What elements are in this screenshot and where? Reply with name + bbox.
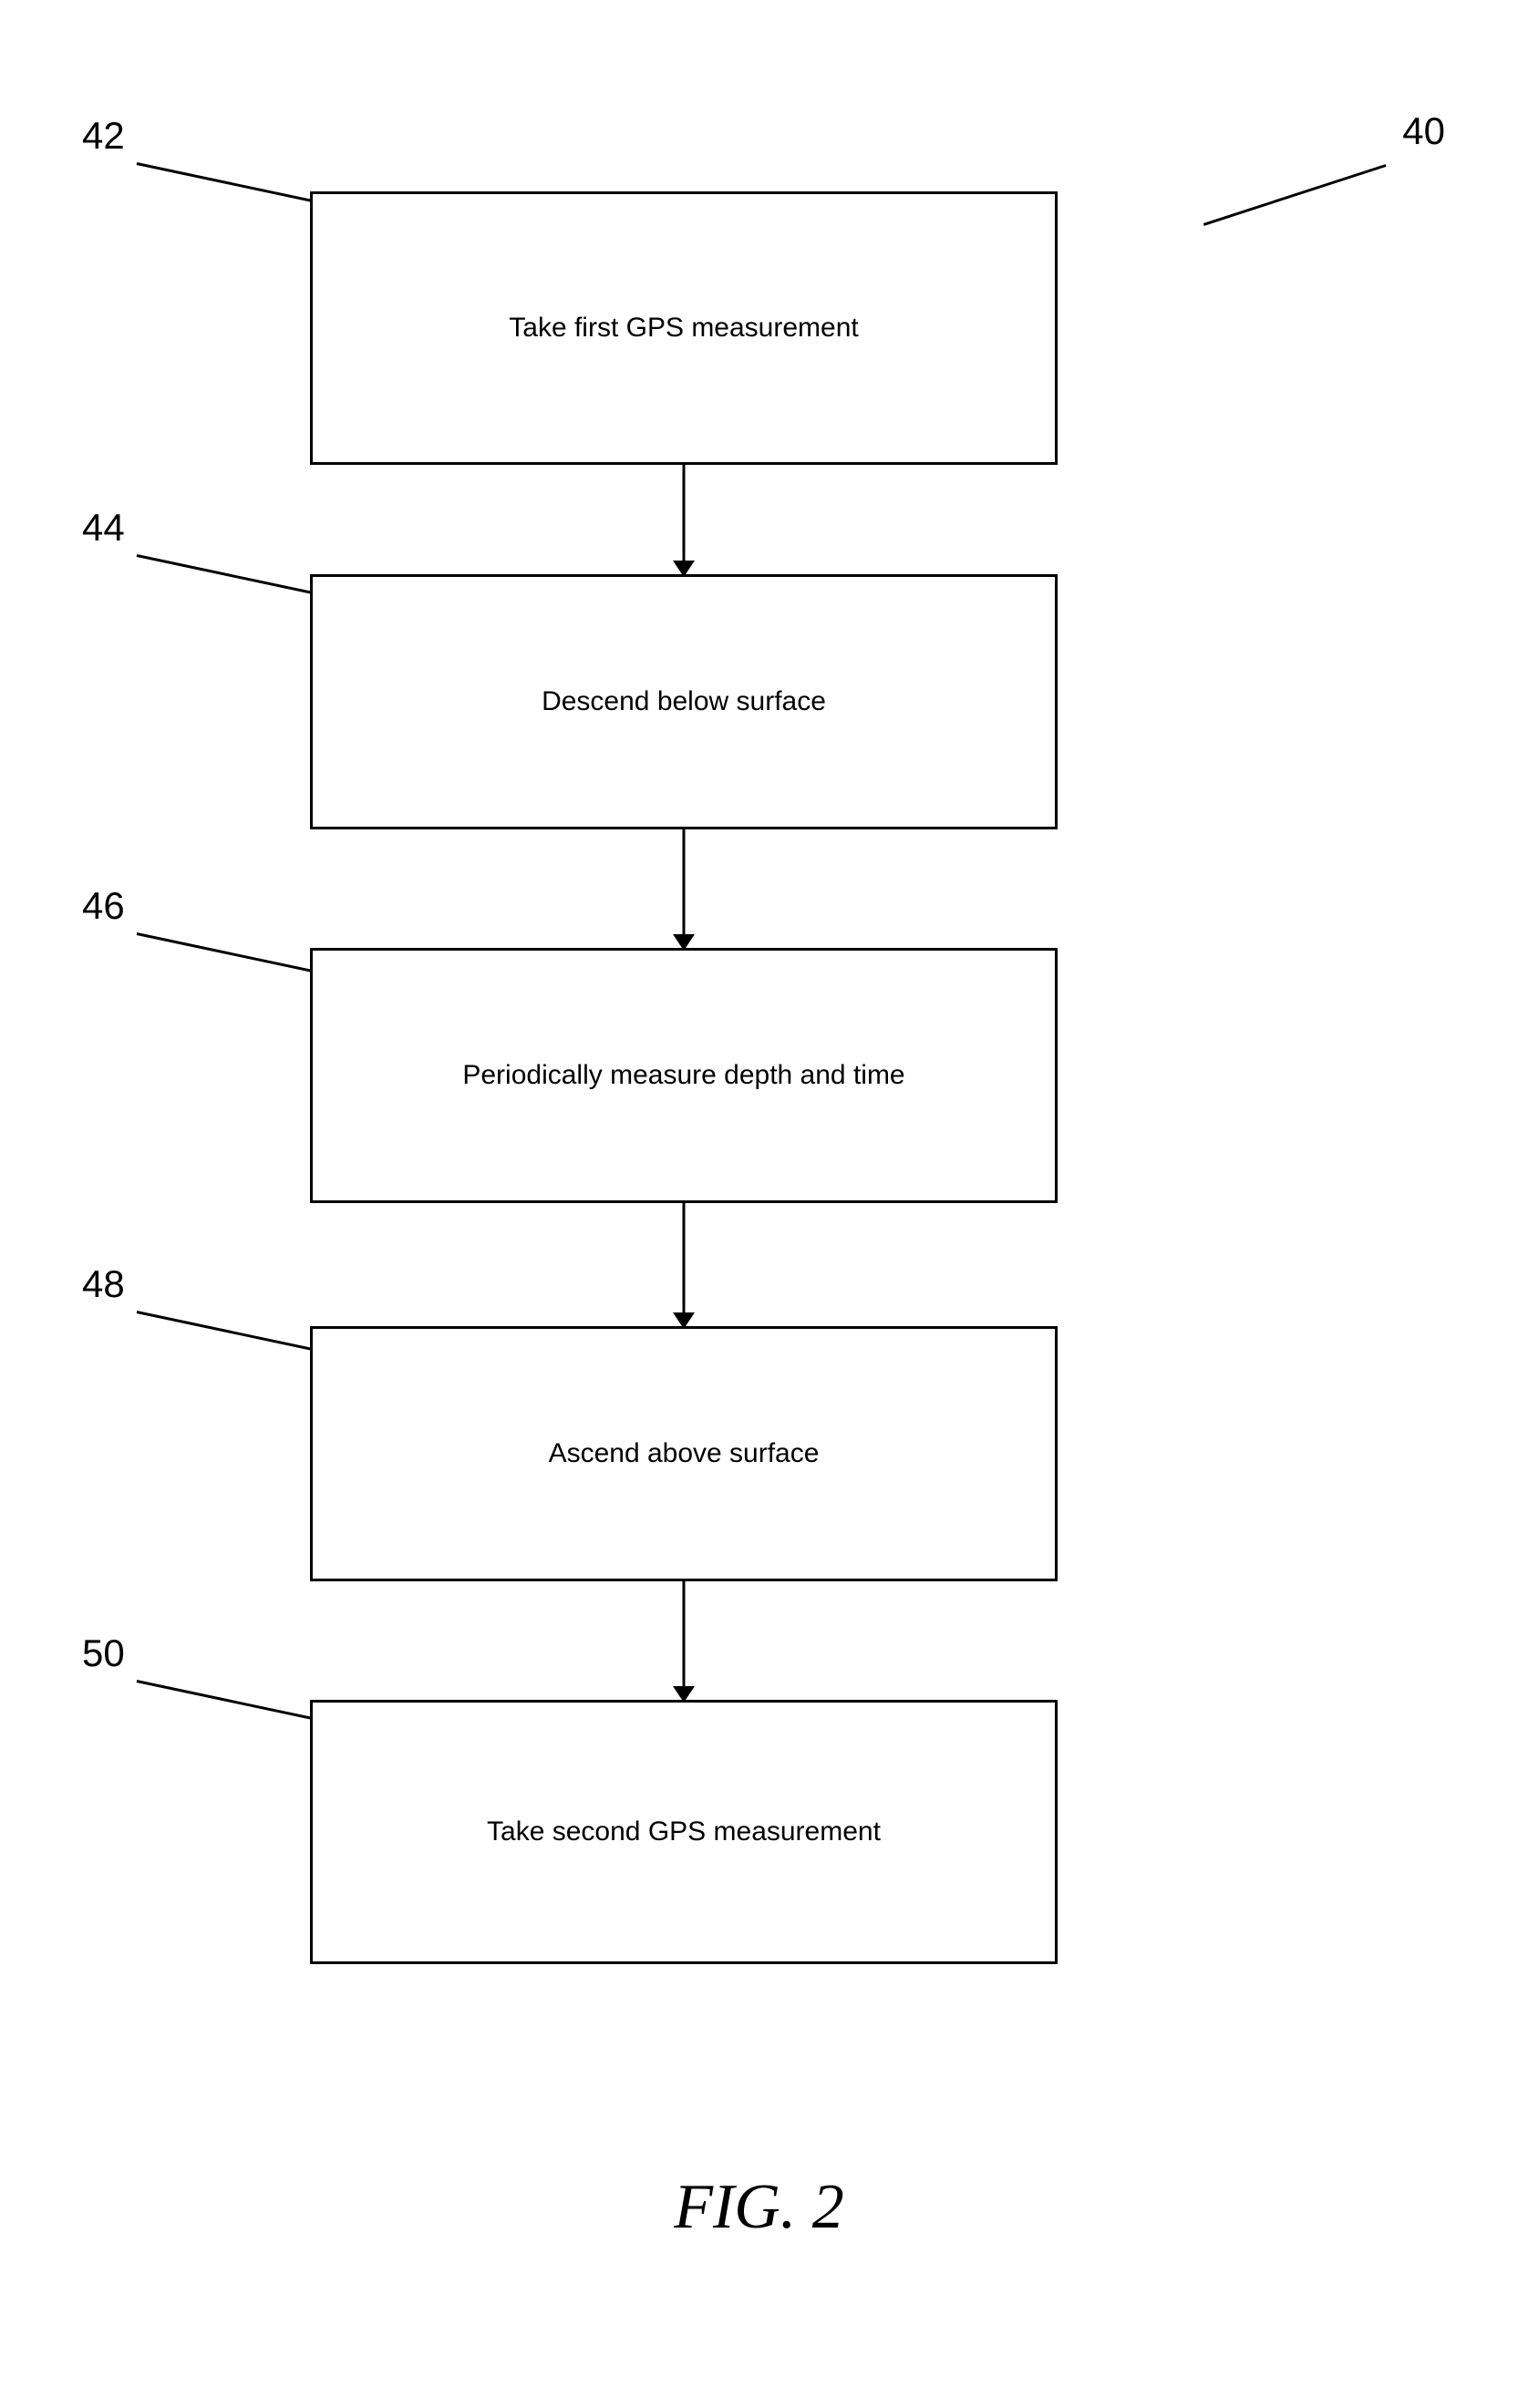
figure-caption: FIG. 2 xyxy=(674,2171,844,2244)
ref-line-46 xyxy=(137,932,334,977)
flowchart-step-5: Take second GPS measurement xyxy=(310,1700,1058,1964)
ref-label-46: 46 xyxy=(82,884,125,928)
ref-line-50 xyxy=(137,1680,334,1724)
arrow-line xyxy=(683,465,686,561)
step-2-text: Descend below surface xyxy=(542,686,826,717)
flowchart-step-1: Take first GPS measurement xyxy=(310,191,1058,465)
step-4-text: Ascend above surface xyxy=(549,1438,820,1469)
ref-label-50: 50 xyxy=(82,1631,125,1675)
ref-line-48 xyxy=(137,1311,334,1355)
arrow-line xyxy=(683,1581,686,1686)
ref-label-42: 42 xyxy=(82,114,125,158)
step-1-text: Take first GPS measurement xyxy=(509,313,858,344)
step-3-text: Periodically measure depth and time xyxy=(462,1060,904,1091)
arrow-line xyxy=(683,829,686,934)
flowchart-step-3: Periodically measure depth and time xyxy=(310,948,1058,1203)
arrow-line xyxy=(683,1203,686,1312)
step-5-text: Take second GPS measurement xyxy=(487,1816,881,1847)
flowchart-step-2: Descend below surface xyxy=(310,574,1058,829)
ref-label-40: 40 xyxy=(1402,109,1445,153)
ref-line-42 xyxy=(137,162,334,207)
ref-label-48: 48 xyxy=(82,1262,125,1306)
ref-line-40 xyxy=(1203,164,1387,226)
flowchart-step-4: Ascend above surface xyxy=(310,1326,1058,1581)
ref-label-44: 44 xyxy=(82,506,125,550)
ref-line-44 xyxy=(137,554,334,599)
